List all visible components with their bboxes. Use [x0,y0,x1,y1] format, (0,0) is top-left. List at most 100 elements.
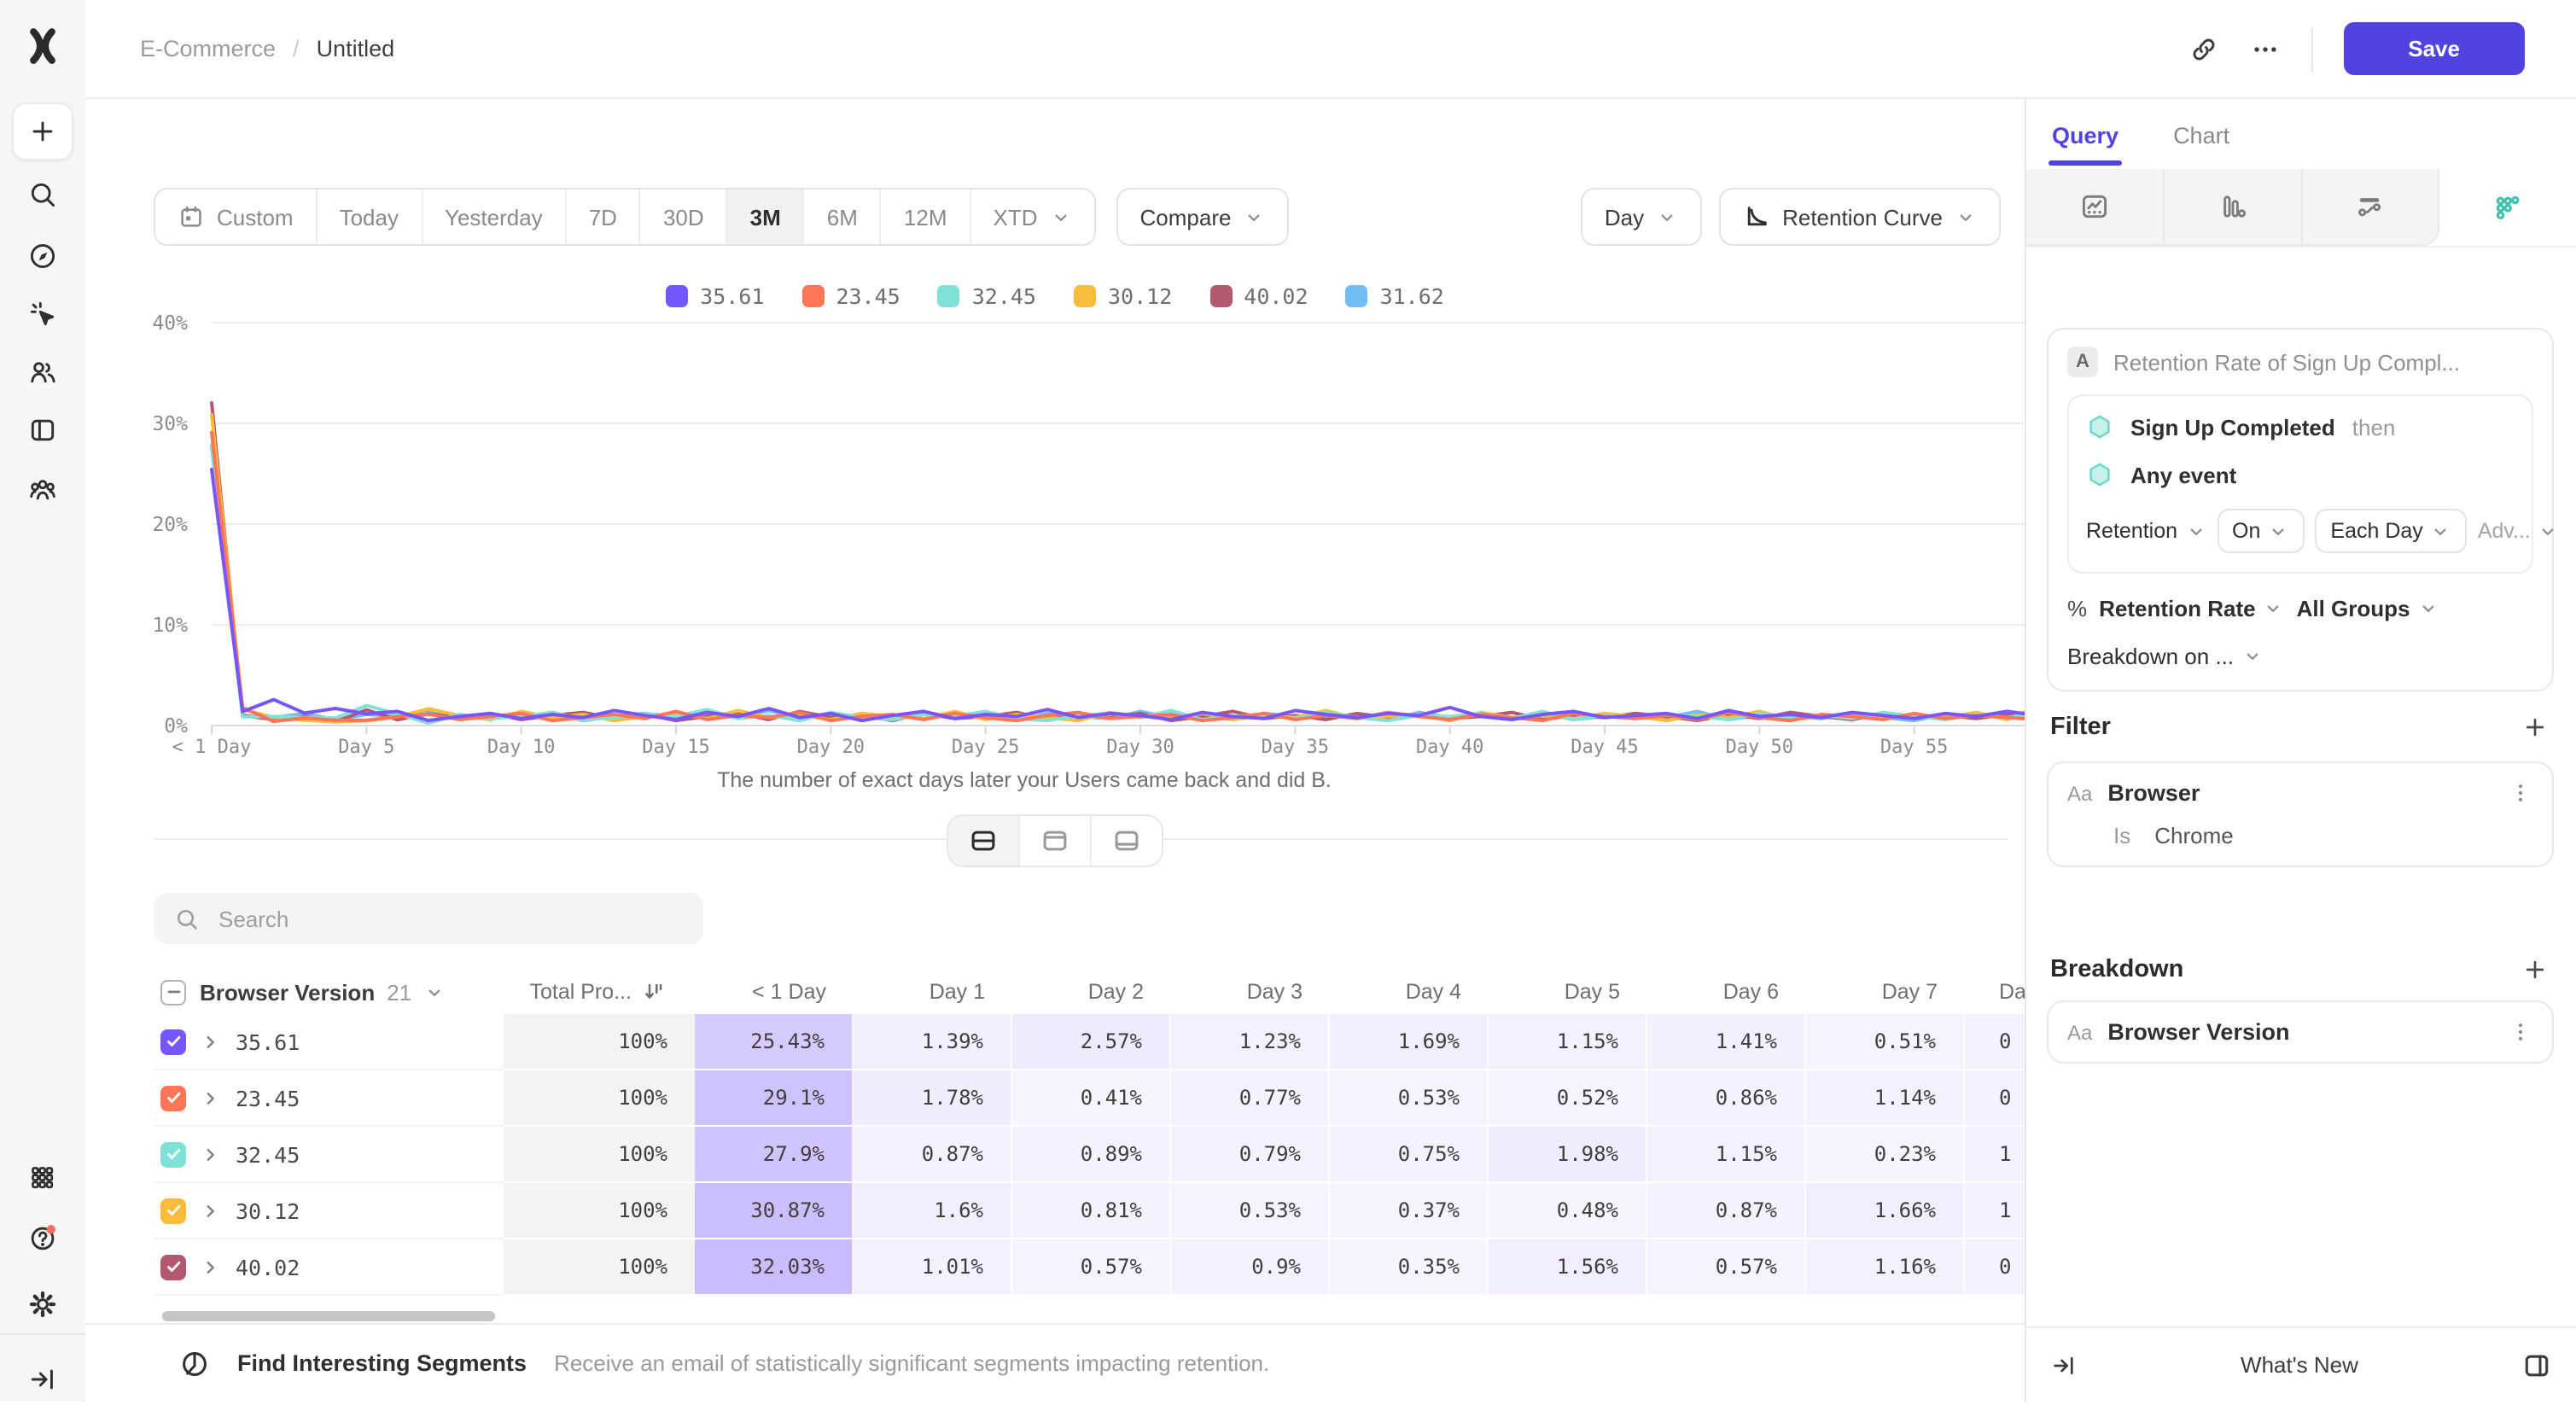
group-column-header[interactable]: Browser Version21 [200,979,446,1005]
event-a-name[interactable]: Sign Up Completed [2130,414,2335,440]
range-12m-button[interactable]: 12M [882,189,971,244]
segments-title[interactable]: Find Interesting Segments [237,1350,527,1376]
retention-cell[interactable]: 1.6% [854,1183,1012,1239]
retention-cell[interactable]: 0.87% [1647,1183,1806,1239]
retention-cell[interactable]: 0.57% [1647,1239,1806,1296]
filter-operator[interactable]: Is [2113,823,2130,848]
granularity-button[interactable]: Day [1581,188,1702,246]
range-today-button[interactable]: Today [318,189,423,244]
nav-compass-icon[interactable] [14,230,72,282]
range-xtd-button[interactable]: XTD [971,189,1094,244]
nav-apps-grid-icon[interactable] [14,1152,72,1204]
filter-card[interactable]: Aa Browser Is Chrome [2047,761,2554,867]
expand-row-icon[interactable] [200,1143,222,1165]
create-new-button[interactable] [12,102,73,160]
breadcrumb-page-title[interactable]: Untitled [317,36,395,61]
filter-property-name[interactable]: Browser [2107,780,2492,806]
retention-cell[interactable]: 0.81% [1012,1183,1171,1239]
day-column-header[interactable]: Day 6 [1647,970,1806,1014]
save-button[interactable]: Save [2343,22,2525,75]
range-6m-button[interactable]: 6M [805,189,882,244]
range-30d-button[interactable]: 30D [641,189,728,244]
interesting-segments-bar[interactable]: Find Interesting Segments Receive an ema… [85,1323,2025,1402]
whats-new-link[interactable]: What's New [2241,1352,2358,1378]
retention-cell[interactable]: 0.53% [1330,1070,1489,1127]
retention-cell[interactable]: 1.78% [854,1070,1012,1127]
retention-cell[interactable]: 32.03% [695,1239,854,1296]
total-cell[interactable]: 100% [504,1127,695,1183]
row-checkbox[interactable] [160,1141,186,1167]
row-label[interactable]: 40.02 [236,1254,300,1280]
horizontal-scrollbar-thumb[interactable] [162,1311,495,1321]
mixpanel-logo-icon[interactable] [22,26,63,67]
retention-cell[interactable]: 1.15% [1647,1127,1806,1183]
expand-row-icon[interactable] [200,1256,222,1278]
expand-row-icon[interactable] [200,1087,222,1109]
groups-dropdown[interactable]: All Groups [2297,596,2439,621]
add-breakdown-icon[interactable] [2521,956,2549,983]
retention-cell[interactable]: 0.57% [1012,1239,1171,1296]
total-cell[interactable]: 100% [504,1014,695,1070]
retention-cell[interactable]: 1.23% [1171,1014,1330,1070]
copy-link-icon[interactable] [2188,33,2218,64]
report-tab-retention-grid[interactable] [2440,169,2576,246]
retention-cell[interactable]: 1.39% [854,1014,1012,1070]
event-b-name[interactable]: Any event [2130,462,2236,487]
legend-item[interactable]: 40.02 [1209,283,1308,309]
sort-icon[interactable] [642,979,667,1005]
row-checkbox[interactable] [160,1198,186,1223]
breadcrumb-project[interactable]: E-Commerce [140,36,276,61]
expand-sidebar-icon[interactable] [14,1354,72,1405]
range-7d-button[interactable]: 7D [567,189,641,244]
range-yesterday-button[interactable]: Yesterday [423,189,567,244]
range-custom-button[interactable]: Custom [155,189,318,244]
row-label[interactable]: 30.12 [236,1198,300,1223]
total-cell[interactable]: 100% [504,1070,695,1127]
nav-cursor-click-icon[interactable] [14,289,72,340]
panel-layout-icon[interactable] [2521,1350,2552,1380]
retention-cell[interactable]: 0.53% [1171,1183,1330,1239]
retention-cell[interactable]: 0.51% [1806,1014,1965,1070]
day-column-header[interactable]: Day 7 [1806,970,1965,1014]
retention-cell[interactable]: 0.86% [1647,1070,1806,1127]
retention-cell[interactable]: 0.35% [1330,1239,1489,1296]
compare-button[interactable]: Compare [1116,188,1290,246]
row-checkbox[interactable] [160,1085,186,1111]
legend-item[interactable]: 35.61 [666,283,764,309]
row-checkbox[interactable] [160,1029,186,1054]
retention-cell[interactable]: 0.23% [1806,1127,1965,1183]
layout-split-toggle[interactable] [948,816,1020,866]
tab-query[interactable]: Query [2049,113,2122,166]
day-column-header[interactable]: Day 2 [1012,970,1171,1014]
retention-cell[interactable]: 1.66% [1806,1183,1965,1239]
retention-cell[interactable]: 0.75% [1330,1127,1489,1183]
retention-cell[interactable]: 0.9% [1171,1239,1330,1296]
retention-cell[interactable]: 0.87% [854,1127,1012,1183]
each-day-dropdown[interactable]: Each Day [2315,509,2467,553]
report-tab-insights[interactable] [2026,169,2165,246]
search-input[interactable] [215,904,683,933]
breakdown-on-dropdown[interactable]: Breakdown on ... [2067,644,2263,669]
report-tab-bars[interactable] [2165,169,2303,246]
total-cell[interactable]: 100% [504,1239,695,1296]
day-column-header[interactable]: Day 5 [1489,970,1647,1014]
retention-cell[interactable]: 0.52% [1489,1070,1647,1127]
nav-search-icon[interactable] [14,169,72,220]
expand-row-icon[interactable] [200,1030,222,1052]
kebab-menu-icon[interactable] [2508,780,2533,806]
legend-item[interactable]: 30.12 [1074,283,1172,309]
retention-cell[interactable]: 2.57% [1012,1014,1171,1070]
retention-type-dropdown[interactable]: Retention [2086,519,2206,543]
measure-dropdown[interactable]: Retention Rate [2099,596,2284,621]
retention-cell[interactable]: 25.43% [695,1014,854,1070]
collapse-panel-icon[interactable] [2050,1351,2078,1379]
more-options-icon[interactable] [2249,33,2280,64]
retention-cell[interactable]: 0.89% [1012,1127,1171,1183]
day-column-header[interactable]: Day 3 [1171,970,1330,1014]
retention-cell[interactable]: 1.41% [1647,1014,1806,1070]
range-3m-button[interactable]: 3M [728,189,805,244]
report-tab-flow[interactable] [2302,169,2440,246]
retention-cell[interactable]: 27.9% [695,1127,854,1183]
retention-cell[interactable]: 30.87% [695,1183,854,1239]
event-b-row[interactable]: Any event [2086,461,2515,488]
